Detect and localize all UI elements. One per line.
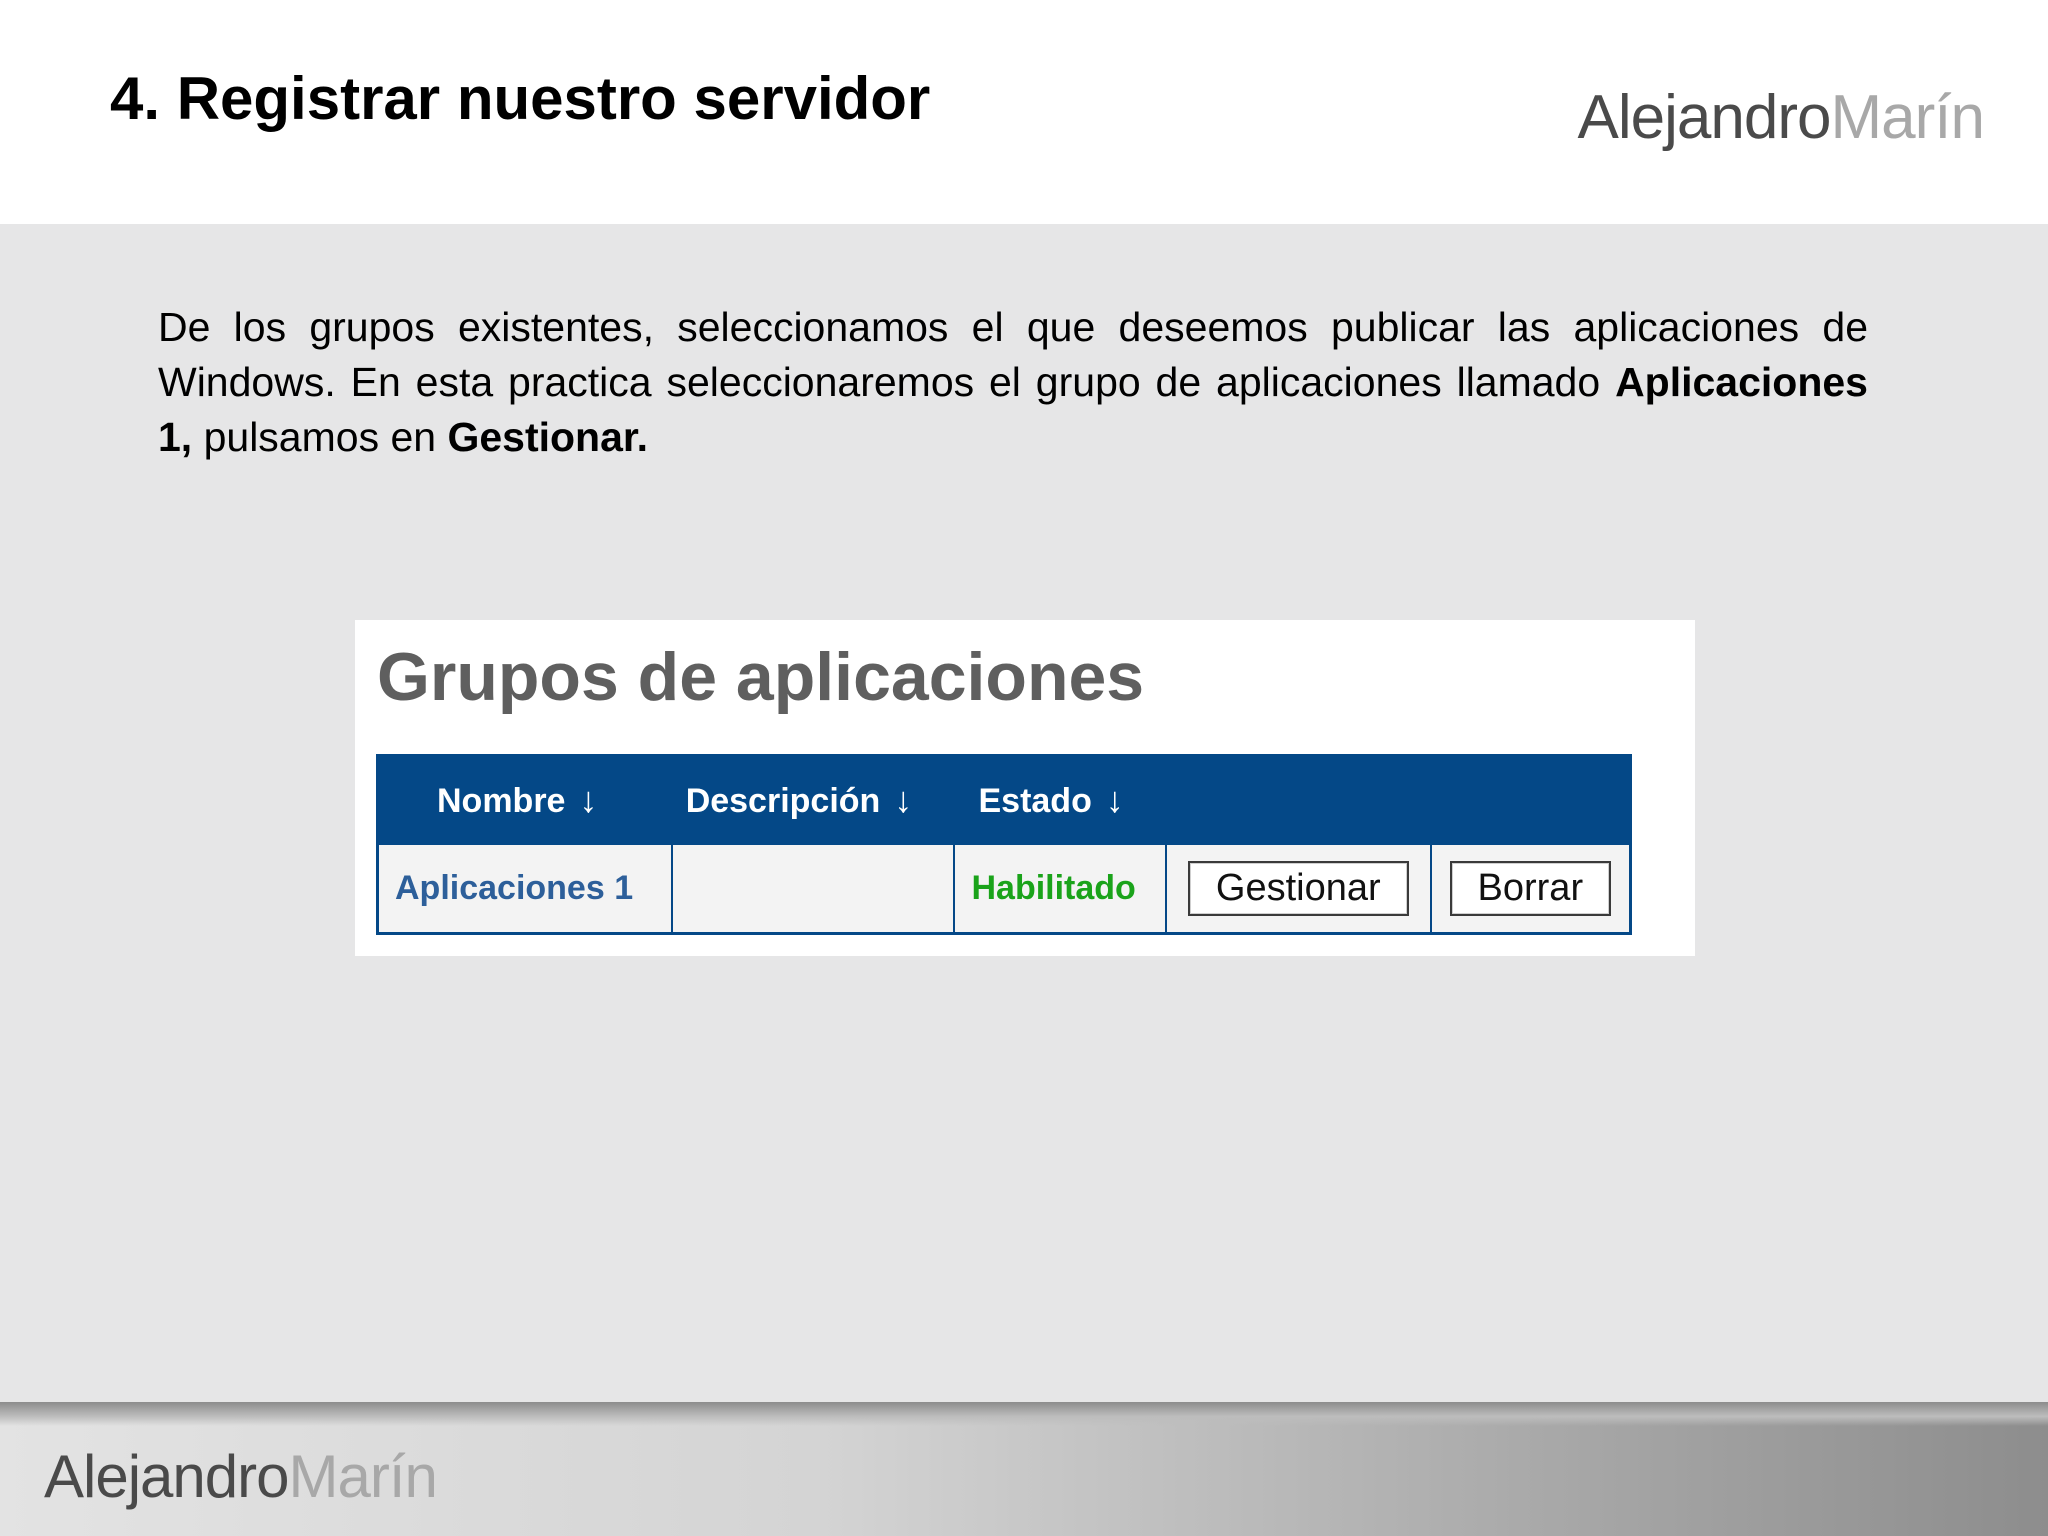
logo-last-name: Marín — [1830, 83, 1985, 152]
paragraph-text-1: De los grupos existentes, seleccionamos … — [158, 304, 1868, 405]
status-badge: Habilitado — [971, 868, 1136, 907]
logo-first-name: Alejandro — [1577, 83, 1832, 152]
cell-manage: Gestionar — [1164, 842, 1432, 935]
column-label-nombre: Nombre — [437, 781, 566, 820]
embedded-screenshot: Grupos de aplicaciones Nombre ↓ Descripci… — [355, 620, 1695, 956]
groups-page-title: Grupos de aplicaciones — [377, 639, 1145, 715]
group-name-link[interactable]: Aplicaciones 1 — [395, 869, 633, 907]
footer-logo: AlejandroMarín — [44, 1442, 438, 1511]
delete-button[interactable]: Borrar — [1449, 860, 1612, 916]
slide-title: 4. Registrar nuestro servidor — [110, 65, 931, 132]
table-row: Aplicaciones 1 Habilitado Gestionar Borr… — [376, 842, 1632, 935]
sort-arrow-icon[interactable]: ↓ — [1106, 779, 1124, 820]
column-header-actions — [1166, 756, 1431, 844]
manage-button[interactable]: Gestionar — [1187, 860, 1409, 916]
column-header-actions-2 — [1431, 756, 1631, 844]
footer-shadow — [0, 1402, 2048, 1426]
cell-name: Aplicaciones 1 — [376, 842, 673, 935]
sort-arrow-icon[interactable]: ↓ — [579, 779, 597, 820]
cell-status: Habilitado — [953, 842, 1167, 935]
instruction-paragraph: De los grupos existentes, seleccionamos … — [158, 300, 1868, 465]
column-header-nombre[interactable]: Nombre ↓ — [378, 756, 672, 844]
cell-description — [670, 842, 956, 935]
sort-arrow-icon[interactable]: ↓ — [894, 779, 912, 820]
logo-first-name: Alejandro — [44, 1443, 290, 1510]
paragraph-text-2: pulsamos en — [192, 414, 448, 460]
column-label-estado: Estado — [978, 781, 1092, 820]
column-header-estado[interactable]: Estado ↓ — [954, 756, 1166, 844]
application-groups-table: Nombre ↓ Descripción ↓ Estado ↓ Aplicacione… — [376, 754, 1632, 935]
table-header-row: Nombre ↓ Descripción ↓ Estado ↓ — [377, 755, 1631, 844]
header-logo: AlejandroMarín — [1577, 82, 1985, 153]
paragraph-bold-action: Gestionar. — [447, 414, 648, 460]
cell-delete: Borrar — [1429, 842, 1632, 935]
logo-last-name: Marín — [288, 1443, 438, 1510]
column-label-descripcion: Descripción — [685, 781, 881, 820]
column-header-descripcion[interactable]: Descripción ↓ — [672, 756, 955, 844]
